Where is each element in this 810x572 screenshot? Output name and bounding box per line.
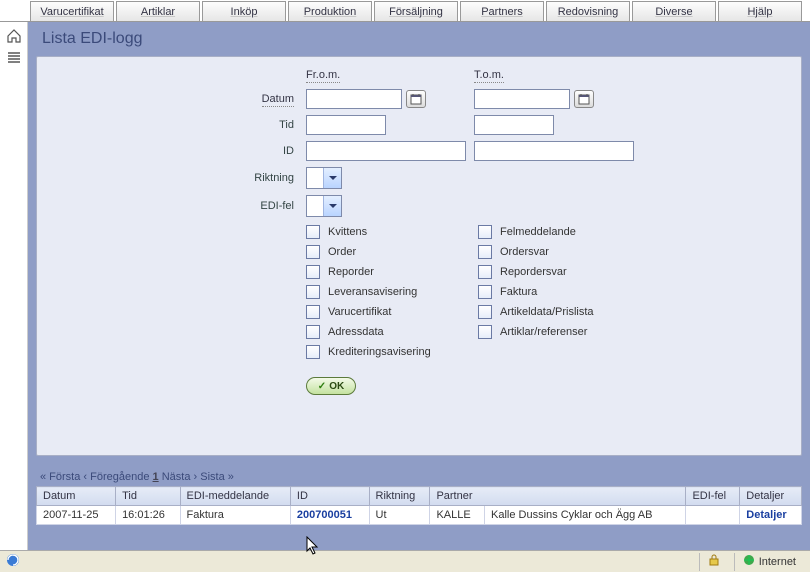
internet-zone-label: Internet: [759, 556, 796, 568]
calendar-from-icon[interactable]: [406, 90, 426, 108]
col-partner[interactable]: Partner: [430, 487, 686, 506]
check-order[interactable]: [306, 245, 320, 259]
label-edifel: EDI-fel: [260, 200, 294, 212]
check-artiklar-referenser[interactable]: [478, 325, 492, 339]
col-edifel[interactable]: EDI-fel: [686, 487, 740, 506]
check-label: Adressdata: [328, 326, 384, 338]
pager-first[interactable]: « Första: [40, 471, 80, 483]
col-id[interactable]: ID: [290, 487, 369, 506]
cell-edi: Faktura: [180, 506, 290, 525]
check-krediteringsavisering[interactable]: [306, 345, 320, 359]
cell-detaljer-link[interactable]: Detaljer: [746, 509, 786, 521]
cell-riktning: Ut: [369, 506, 430, 525]
check-label: Reporder: [328, 266, 374, 278]
col-datum[interactable]: Datum: [37, 487, 116, 506]
label-id: ID: [283, 145, 294, 157]
filter-panel: Fr.o.m. T.o.m. Datum: [36, 56, 802, 456]
check-label: Artikeldata/Prislista: [500, 306, 594, 318]
left-sidebar: [0, 22, 28, 550]
col-edi[interactable]: EDI-meddelande: [180, 487, 290, 506]
menu-hjalp[interactable]: Hjälp: [718, 1, 802, 21]
results-table: Datum Tid EDI-meddelande ID Riktning Par…: [36, 486, 802, 525]
check-label: Order: [328, 246, 356, 258]
menu-inkop[interactable]: Inköp: [202, 1, 286, 21]
page-title: Lista EDI-logg: [36, 28, 802, 56]
id-from-input[interactable]: [306, 141, 466, 161]
col-tid[interactable]: Tid: [116, 487, 180, 506]
menu-forsaljning[interactable]: Försäljning: [374, 1, 458, 21]
cell-partner-code: KALLE: [430, 506, 485, 525]
cell-tid: 16:01:26: [116, 506, 180, 525]
label-riktning: Riktning: [254, 172, 294, 184]
check-leveransavisering[interactable]: [306, 285, 320, 299]
internet-zone-icon: [743, 554, 755, 569]
home-icon[interactable]: [6, 28, 22, 44]
check-label: Faktura: [500, 286, 537, 298]
tid-to-input[interactable]: [474, 115, 554, 135]
ok-button[interactable]: OK: [306, 377, 356, 395]
list-icon[interactable]: [6, 50, 22, 66]
menu-redovisning[interactable]: Redovisning: [546, 1, 630, 21]
check-label: Repordersvar: [500, 266, 567, 278]
menu-diverse[interactable]: Diverse: [632, 1, 716, 21]
riktning-select[interactable]: [306, 167, 342, 189]
datum-to-input[interactable]: [474, 89, 570, 109]
lock-icon: [708, 554, 720, 569]
calendar-to-icon[interactable]: [574, 90, 594, 108]
label-tid: Tid: [279, 119, 294, 131]
edifel-select[interactable]: [306, 195, 342, 217]
check-label: Artiklar/referenser: [500, 326, 587, 338]
pager-current: 1: [153, 471, 159, 483]
check-felmeddelande[interactable]: [478, 225, 492, 239]
check-label: Ordersvar: [500, 246, 549, 258]
check-label: Varucertifikat: [328, 306, 391, 318]
check-reporder[interactable]: [306, 265, 320, 279]
pager: « Första ‹ Föregående 1 Nästa › Sista »: [36, 468, 802, 486]
check-label: Kvittens: [328, 226, 367, 238]
datum-from-input[interactable]: [306, 89, 402, 109]
column-header-to: T.o.m.: [474, 69, 504, 83]
check-label: Leveransavisering: [328, 286, 417, 298]
menu-artiklar[interactable]: Artiklar: [116, 1, 200, 21]
menu-varucertifikat[interactable]: Varucertifikat: [30, 1, 114, 21]
top-menu: Varucertifikat Artiklar Inköp Produktion…: [0, 0, 810, 22]
col-riktning[interactable]: Riktning: [369, 487, 430, 506]
check-faktura[interactable]: [478, 285, 492, 299]
cell-datum: 2007-11-25: [37, 506, 116, 525]
check-label: Krediteringsavisering: [328, 346, 431, 358]
cell-edifel: [686, 506, 740, 525]
table-row: 2007-11-25 16:01:26 Faktura 200700051 Ut…: [37, 506, 802, 525]
cell-id-link[interactable]: 200700051: [297, 509, 352, 521]
menu-produktion[interactable]: Produktion: [288, 1, 372, 21]
ie-icon: [6, 553, 20, 570]
check-varucertifikat[interactable]: [306, 305, 320, 319]
check-ordersvar[interactable]: [478, 245, 492, 259]
cell-partner-name: Kalle Dussins Cyklar och Ägg AB: [485, 506, 686, 525]
id-to-input[interactable]: [474, 141, 634, 161]
check-label: Felmeddelande: [500, 226, 576, 238]
status-bar: Internet: [0, 550, 810, 572]
check-repordersvar[interactable]: [478, 265, 492, 279]
menu-partners[interactable]: Partners: [460, 1, 544, 21]
pager-next[interactable]: Nästa ›: [162, 471, 197, 483]
label-datum: Datum: [262, 93, 294, 107]
pager-last[interactable]: Sista »: [200, 471, 234, 483]
check-kvittens[interactable]: [306, 225, 320, 239]
col-detaljer[interactable]: Detaljer: [740, 487, 802, 506]
column-header-from: Fr.o.m.: [306, 69, 340, 83]
tid-from-input[interactable]: [306, 115, 386, 135]
pager-prev[interactable]: ‹ Föregående: [83, 471, 149, 483]
check-artikeldata[interactable]: [478, 305, 492, 319]
check-adressdata[interactable]: [306, 325, 320, 339]
